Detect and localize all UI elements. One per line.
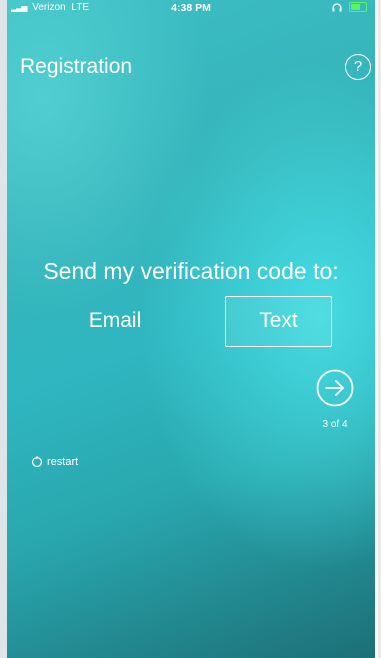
restart-label: restart <box>47 456 79 468</box>
headphones-icon <box>332 2 345 13</box>
verification-prompt: Send my verification code to: <box>43 258 339 284</box>
app-screen: ▂▃▅ Verizon LTE 4:38 PM Registration ? S… <box>7 0 375 658</box>
step-indicator: 3 of 4 <box>322 419 348 430</box>
status-time: 4:38 PM <box>171 2 211 14</box>
status-bar: ▂▃▅ Verizon LTE 4:38 PM <box>7 0 375 16</box>
text-option-button[interactable]: Text <box>225 296 332 347</box>
help-button[interactable]: ? <box>345 54 371 80</box>
email-option-button[interactable]: Email <box>65 295 165 347</box>
battery-charging-icon <box>349 2 367 13</box>
status-indicators <box>332 0 367 16</box>
arrow-right-circle-icon <box>316 369 354 407</box>
restart-icon <box>32 456 42 467</box>
device-frame-left <box>0 0 7 658</box>
next-button[interactable] <box>316 369 354 407</box>
page-title: Registration <box>20 55 133 78</box>
restart-button[interactable]: restart <box>31 456 78 468</box>
